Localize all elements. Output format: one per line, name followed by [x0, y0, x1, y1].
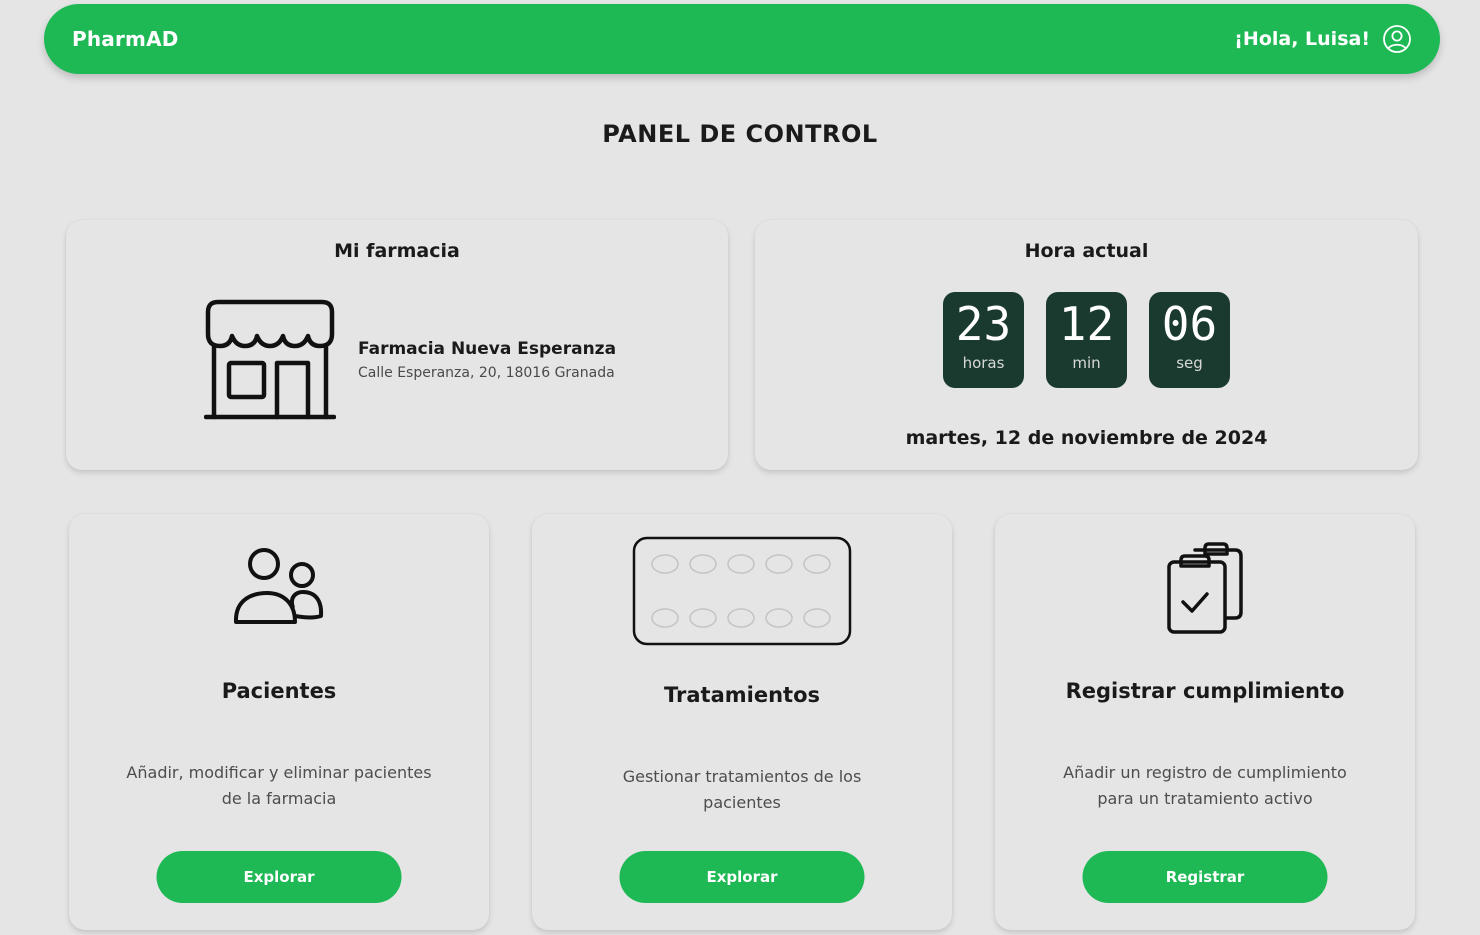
greeting-text: ¡Hola, Luisa!: [1234, 28, 1370, 50]
explore-patients-button[interactable]: Explorar: [156, 851, 402, 903]
patients-description: Añadir, modificar y eliminar pacientes d…: [126, 763, 432, 808]
treatments-description: Gestionar tratamientos de los pacientes: [622, 767, 862, 812]
compliance-description: Añadir un registro de cumplimiento para …: [1063, 763, 1347, 808]
digital-clock: 23 horas 12 min 06 seg: [755, 292, 1418, 388]
top-navbar: PharmAD ¡Hola, Luisa!: [44, 4, 1440, 74]
explore-treatments-button[interactable]: Explorar: [619, 851, 865, 903]
brand-logo[interactable]: PharmAD: [72, 27, 179, 51]
user-circle-icon[interactable]: [1382, 24, 1412, 54]
clock-card-title: Hora actual: [1024, 240, 1149, 262]
pharmacy-address: Calle Esperanza, 20, 18016 Granada: [358, 365, 615, 381]
clock-seconds: 06 seg: [1149, 292, 1230, 388]
pill-blister-icon: [632, 536, 852, 646]
clock-hours: 23 horas: [943, 292, 1024, 388]
treatments-title: Tratamientos: [664, 683, 820, 707]
clock-minutes: 12 min: [1046, 292, 1127, 388]
pharmacy-card-title: Mi farmacia: [334, 240, 460, 262]
register-compliance-button[interactable]: Registrar: [1082, 851, 1328, 903]
clock-card: Hora actual 23 horas 12 min 06 seg marte…: [755, 220, 1418, 470]
pharmacy-card: Mi farmacia Farmacia Nueva Esperanza Cal…: [66, 220, 728, 470]
users-icon: [233, 548, 324, 624]
patients-title: Pacientes: [221, 679, 337, 703]
clock-hours-value: 23: [955, 297, 1012, 351]
page-title: PANEL DE CONTROL: [602, 120, 878, 148]
store-icon: [204, 299, 336, 420]
clock-seconds-value: 06: [1161, 297, 1218, 351]
treatments-card: Tratamientos Gestionar tratamientos de l…: [532, 514, 952, 930]
clock-hours-label: horas: [962, 354, 1005, 372]
clock-minutes-value: 12: [1058, 297, 1115, 351]
clock-minutes-label: min: [1072, 354, 1101, 372]
compliance-title: Registrar cumplimiento: [1065, 679, 1345, 703]
current-date: martes, 12 de noviembre de 2024: [905, 427, 1268, 449]
pharmacy-name: Farmacia Nueva Esperanza: [358, 339, 617, 359]
compliance-card: Registrar cumplimiento Añadir un registr…: [995, 514, 1415, 930]
clipboard-check-icon: [1167, 542, 1243, 634]
clock-seconds-label: seg: [1176, 354, 1203, 372]
patients-card: Pacientes Añadir, modificar y eliminar p…: [69, 514, 489, 930]
user-menu[interactable]: ¡Hola, Luisa!: [1234, 24, 1412, 54]
